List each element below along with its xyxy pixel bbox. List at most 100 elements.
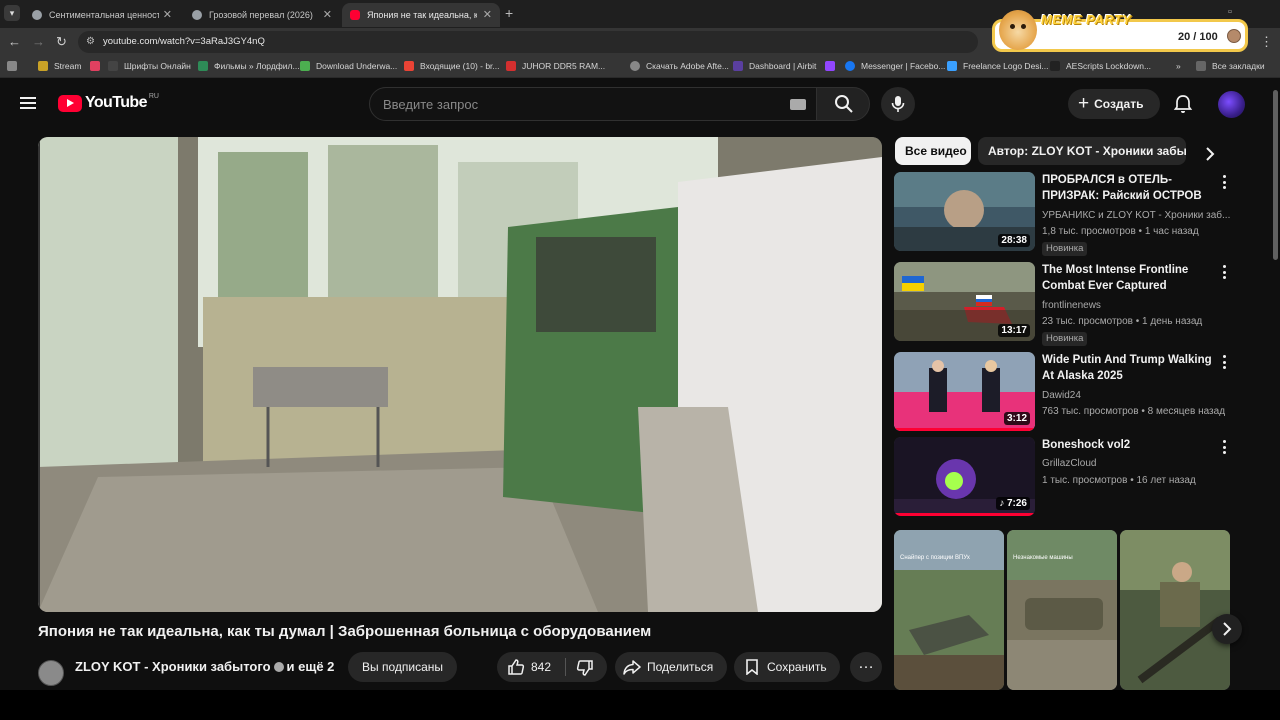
close-tab-icon[interactable]: ✕ [163, 8, 172, 21]
bookmark-all[interactable]: Все закладки [1196, 61, 1265, 71]
bookmarks-overflow-icon[interactable]: » [1176, 61, 1181, 71]
bookmark-messenger[interactable]: Messenger | Facebo... [845, 61, 945, 71]
bookmark-shrifty[interactable]: Шрифты Онлайн [108, 61, 191, 71]
page-scrollbar[interactable] [1271, 80, 1280, 690]
menu-icon[interactable] [20, 97, 36, 109]
bookmark-freelance[interactable]: Freelance Logo Desi... [947, 61, 1049, 71]
kebab-menu-icon[interactable] [1221, 175, 1227, 191]
new-badge: Новинка [1042, 332, 1088, 346]
meme-avatar [1227, 29, 1241, 43]
url-text: youtube.com/watch?v=3aRaJ3GY4nQ [103, 36, 265, 47]
subscribed-button[interactable]: Вы подписаны [348, 652, 457, 682]
related-video-meta: 763 тыс. просмотров • 8 месяцев назад [1042, 406, 1226, 417]
tab-title: Сентиментальная ценность (2 [49, 10, 159, 20]
bookmark-adobe[interactable]: Скачать Adobe Afte... [630, 61, 729, 71]
watched-progress-bar [894, 513, 1035, 516]
related-video-channel[interactable]: GrillazCloud [1042, 458, 1096, 469]
browser-tab-3-active[interactable]: Япония не так идеальна, как т ✕ [342, 3, 500, 27]
share-button[interactable]: Поделиться [615, 652, 727, 682]
tab-title: Грозовой перевал (2026) [209, 10, 313, 20]
youtube-header: YouTube RU Введите запрос + Создать [0, 80, 1280, 130]
microphone-icon [891, 96, 905, 112]
bookmark-airbit[interactable]: Dashboard | Airbit [733, 61, 816, 71]
video-player[interactable] [38, 137, 882, 612]
bookmark-gmail[interactable]: Входящие (10) - br... [404, 61, 500, 71]
related-video-card[interactable]: 28:38 ПРОБРАЛСЯ в ОТЕЛЬ-ПРИЗРАК: Райский… [894, 172, 1234, 256]
browser-tab-2[interactable]: Грозовой перевал (2026) ✕ [184, 3, 340, 27]
related-video-title[interactable]: Boneshock vol2 [1042, 437, 1212, 453]
channel-name-link[interactable]: ZLOY KOT - Хроники забытого и ещё 2 [75, 659, 334, 674]
restore-window-icon[interactable]: ▫ [1228, 6, 1232, 18]
meme-party-widget[interactable]: MEME PARTY 20 / 100 [992, 10, 1248, 52]
search-input[interactable]: Введите запрос [369, 87, 817, 121]
video-thumbnail[interactable]: 28:38 [894, 172, 1035, 251]
keyboard-icon[interactable] [790, 99, 806, 110]
short-placeholder [894, 530, 1004, 690]
channel-name: ZLOY KOT - Хроники забытого [75, 659, 271, 674]
back-arrow-icon[interactable]: ← [8, 34, 21, 49]
kebab-menu-icon[interactable] [1221, 440, 1227, 456]
video-thumbnail[interactable]: ♪ 7:26 [894, 437, 1035, 516]
new-tab-button[interactable]: + [505, 5, 513, 21]
reload-icon[interactable]: ↻ [56, 34, 67, 50]
bookmarks-bar: Stream Шрифты Онлайн Фильмы » Лордфил...… [0, 56, 1280, 78]
browser-menu-icon[interactable]: ⋮ [1260, 34, 1273, 50]
shorts-shelf: Снайпер с позиции ВПУх Незнакомые машины [894, 530, 1234, 690]
notifications-bell-icon[interactable] [1172, 93, 1194, 115]
related-video-card[interactable]: ♪ 7:26 Boneshock vol2 GrillazCloud 1 тыс… [894, 437, 1234, 521]
related-video-channel[interactable]: frontlinenews [1042, 300, 1101, 311]
related-video-channel[interactable]: Dawid24 [1042, 390, 1081, 401]
close-tab-icon[interactable]: ✕ [483, 8, 492, 21]
bookmark-underwater[interactable]: Download Underwa... [300, 61, 397, 71]
create-button[interactable]: + Создать [1068, 89, 1160, 119]
video-thumbnail[interactable]: 13:17 [894, 262, 1035, 341]
channel-avatar[interactable] [38, 660, 64, 686]
short-caption: Снайпер с позиции ВПУх [900, 555, 970, 561]
apps-grid-icon[interactable] [7, 61, 23, 71]
scrollbar-thumb[interactable] [1273, 90, 1278, 260]
bottom-strip [0, 690, 1280, 720]
youtube-logo[interactable]: YouTube RU [58, 93, 159, 112]
chevron-right-icon[interactable] [1200, 144, 1220, 164]
site-info-icon[interactable]: ⚙ [86, 36, 98, 48]
related-video-title[interactable]: ПРОБРАЛСЯ в ОТЕЛЬ-ПРИЗРАК: Райский ОСТРО… [1042, 172, 1212, 204]
shorts-next-button[interactable] [1212, 614, 1242, 644]
short-thumbnail[interactable]: Снайпер с позиции ВПУх [894, 530, 1004, 690]
like-dislike-group: 842 [497, 652, 607, 682]
tab-search-button[interactable]: ▾ [4, 5, 20, 21]
short-placeholder [1007, 530, 1117, 690]
bookmark-juhor[interactable]: JUHOR DDR5 RAM... [506, 61, 605, 71]
chip-all-videos[interactable]: Все видео [895, 137, 971, 165]
video-thumbnail[interactable]: 3:12 [894, 352, 1035, 431]
browser-tab-1[interactable]: Сентиментальная ценность (2 ✕ [24, 3, 180, 27]
bookmark-stream[interactable]: Stream [38, 61, 81, 71]
bookmark-lordfilm[interactable]: Фильмы » Лордфил... [198, 61, 300, 71]
bookmark-aescripts[interactable]: AEScripts Lockdown... [1050, 61, 1151, 71]
chip-author-videos[interactable]: Автор: ZLOY KOT - Хроники забытого [978, 137, 1186, 165]
related-video-channel[interactable]: УРБАНИКС и ZLOY KOT - Хроники заб... [1042, 210, 1230, 221]
more-actions-button[interactable]: … [850, 652, 882, 682]
close-tab-icon[interactable]: ✕ [323, 8, 332, 21]
account-avatar[interactable] [1218, 91, 1245, 118]
dislike-thumb-icon[interactable] [576, 659, 594, 677]
address-bar[interactable]: ⚙ youtube.com/watch?v=3aRaJ3GY4nQ [78, 31, 978, 53]
bookmark-twitch[interactable] [825, 61, 841, 71]
voice-search-button[interactable] [881, 87, 915, 121]
kebab-menu-icon[interactable] [1221, 265, 1227, 281]
save-button[interactable]: Сохранить [734, 652, 840, 682]
related-video-title[interactable]: Wide Putin And Trump Walking At Alaska 2… [1042, 352, 1212, 384]
search-button[interactable] [816, 87, 870, 121]
kebab-menu-icon[interactable] [1221, 355, 1227, 371]
related-video-card[interactable]: 13:17 The Most Intense Frontline Combat … [894, 262, 1234, 346]
related-video-title[interactable]: The Most Intense Frontline Combat Ever C… [1042, 262, 1212, 294]
tab-favicon-icon [32, 10, 42, 20]
related-video-card[interactable]: 3:12 Wide Putin And Trump Walking At Ala… [894, 352, 1234, 436]
related-video-meta: 1,8 тыс. просмотров • 1 час назад [1042, 226, 1199, 237]
short-thumbnail[interactable]: Незнакомые машины [1007, 530, 1117, 690]
like-thumb-icon[interactable] [507, 658, 525, 676]
forward-arrow-icon[interactable]: → [32, 34, 45, 49]
short-thumbnail[interactable] [1120, 530, 1230, 690]
bookmark-fonts[interactable] [90, 61, 106, 71]
plus-icon: + [1078, 93, 1090, 114]
channel-more: и ещё 2 [286, 659, 335, 674]
